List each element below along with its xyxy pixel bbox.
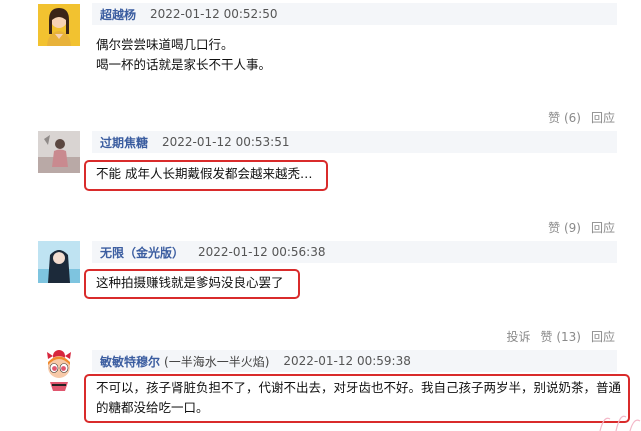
avatar-girl-icon[interactable] bbox=[38, 4, 80, 46]
username-link[interactable]: 无限（金光版） bbox=[100, 244, 184, 261]
reply-button[interactable]: 回应 bbox=[591, 219, 615, 236]
avatar-anime-icon[interactable] bbox=[38, 241, 80, 283]
comment-text-line: 喝一杯的话就是家长不干人事。 bbox=[96, 57, 272, 72]
username-link[interactable]: 超越杨 bbox=[100, 6, 136, 23]
comment-text-line: 不可以，孩子肾脏负担不了，代谢不出去，对牙齿也不好。我自己孩子两岁半，别说奶茶，… bbox=[96, 380, 622, 415]
reply-button[interactable]: 回应 bbox=[591, 109, 615, 126]
comment-header: 超越杨 2022-01-12 00:52:50 bbox=[92, 3, 617, 25]
comment-text-line: 这种拍摄赚钱就是爹妈没良心罢了 bbox=[96, 275, 284, 290]
comment-header: 过期焦糖 2022-01-12 00:53:51 bbox=[92, 131, 617, 153]
comment-actions: 赞 (6) 回应 bbox=[548, 109, 615, 126]
username-link[interactable]: 过期焦糖 bbox=[100, 134, 148, 151]
like-button[interactable]: 赞 (6) bbox=[548, 109, 581, 126]
comment-time: 2022-01-12 00:53:51 bbox=[162, 135, 290, 149]
username-suffix: (一半海水一半火焰) bbox=[164, 354, 270, 369]
avatar-powerpuff-icon[interactable] bbox=[38, 349, 80, 391]
avatar-photo-icon[interactable] bbox=[38, 131, 80, 173]
comment-actions: 投诉 赞 (13) 回应 bbox=[507, 328, 615, 345]
comment-time: 2022-01-12 00:56:38 bbox=[198, 245, 326, 259]
comment-actions: 赞 (9) 回应 bbox=[548, 219, 615, 236]
username-link[interactable]: 敏敏特穆尔 bbox=[100, 353, 160, 370]
comment-header: 无限（金光版） 2022-01-12 00:56:38 bbox=[92, 241, 617, 263]
comment-text-line: 偶尔尝尝味道喝几口行。 bbox=[96, 37, 234, 52]
comment-header: 敏敏特穆尔 (一半海水一半火焰) 2022-01-12 00:59:38 bbox=[92, 350, 617, 372]
comment-time: 2022-01-12 00:59:38 bbox=[283, 354, 411, 368]
report-button[interactable]: 投诉 bbox=[507, 328, 531, 345]
comment-time: 2022-01-12 00:52:50 bbox=[150, 7, 278, 21]
like-button[interactable]: 赞 (9) bbox=[548, 219, 581, 236]
edge-decoration bbox=[596, 405, 641, 431]
like-button[interactable]: 赞 (13) bbox=[541, 328, 581, 345]
reply-button[interactable]: 回应 bbox=[591, 328, 615, 345]
comment-text-line: 不能 成年人长期戴假发都会越来越秃… bbox=[96, 166, 313, 181]
